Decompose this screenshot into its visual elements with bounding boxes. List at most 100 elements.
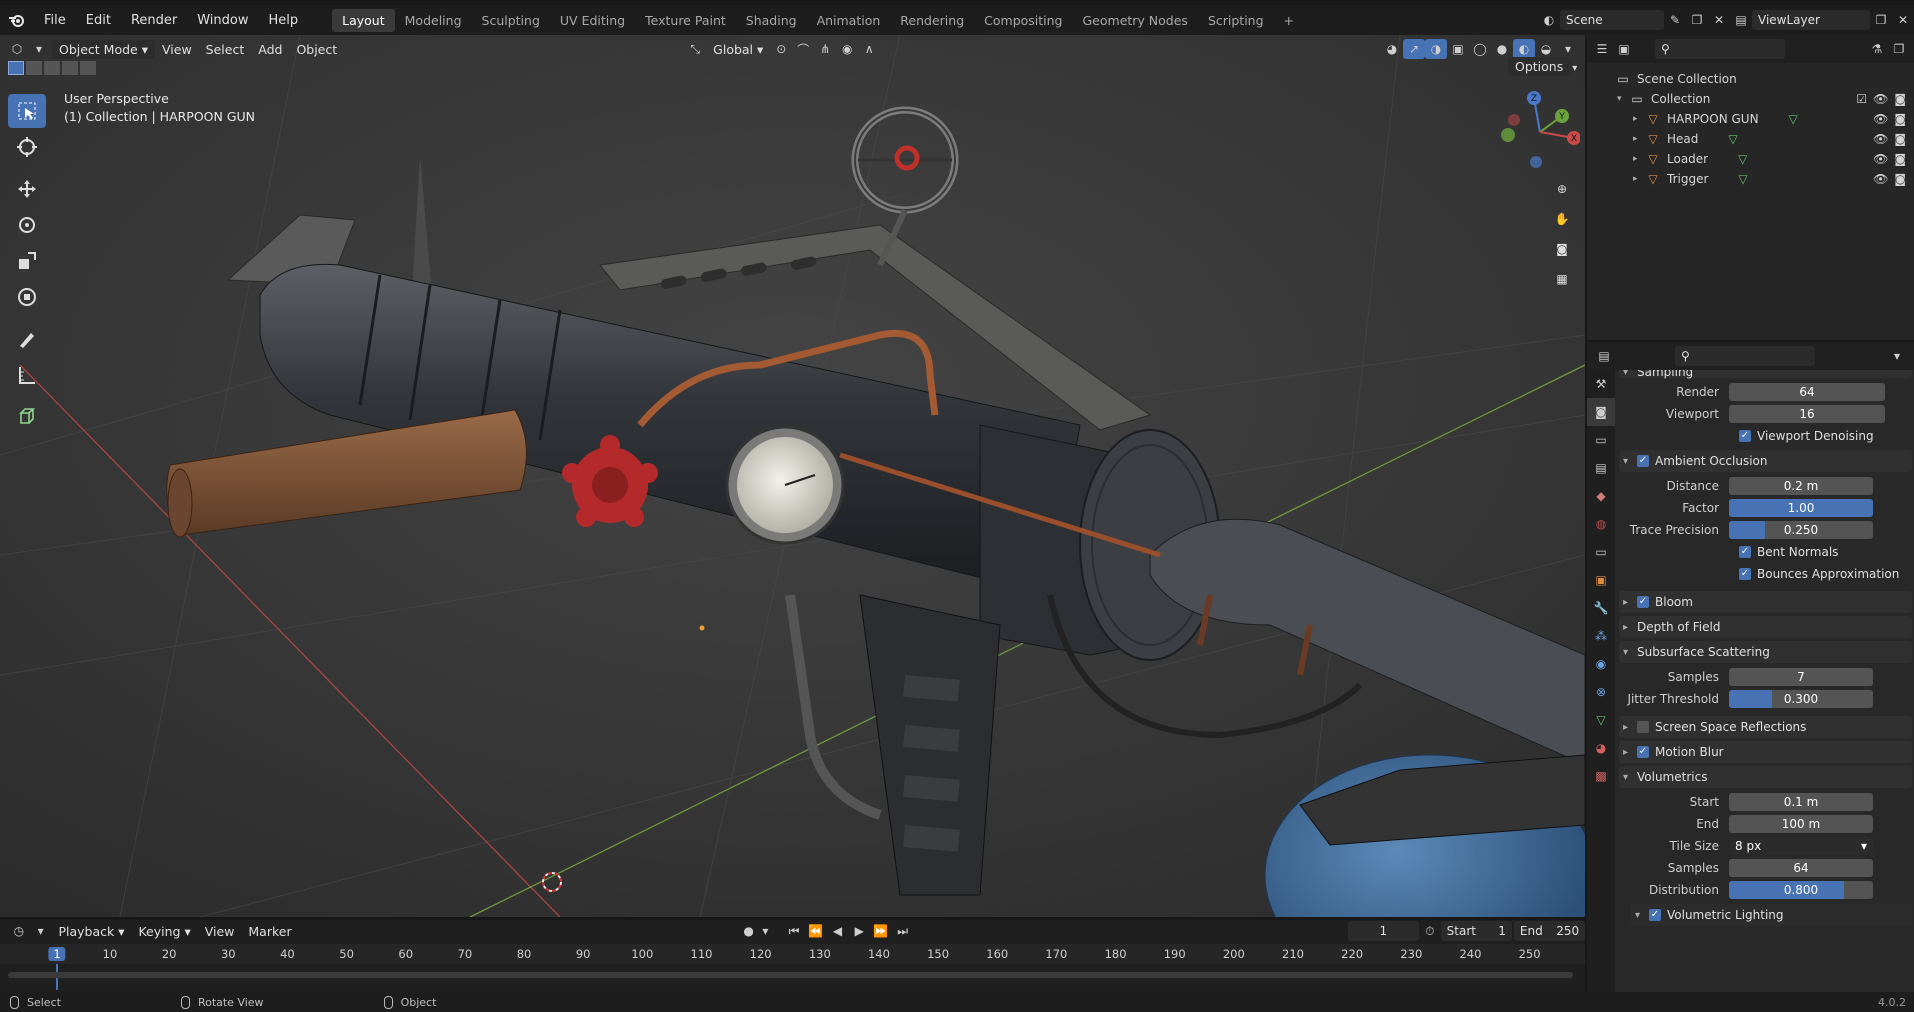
ao-distance-field[interactable]: 0.2 m: [1729, 477, 1873, 495]
checkbox-icon[interactable]: ✓: [1637, 746, 1649, 758]
filter-icon[interactable]: ⚗: [1866, 39, 1888, 59]
eye-icon[interactable]: 👁: [1873, 132, 1888, 146]
view-layer-selector[interactable]: ViewLayer: [1752, 10, 1870, 30]
menu-object[interactable]: Object: [289, 40, 344, 59]
output-tab-icon[interactable]: ▭: [1587, 426, 1615, 454]
select-box-tool[interactable]: [8, 94, 46, 128]
snap-target-icon[interactable]: ⋔: [814, 39, 836, 59]
rotate-tool[interactable]: [8, 208, 46, 242]
checkbox-icon[interactable]: ✓: [1637, 455, 1649, 467]
pin-icon[interactable]: ✎: [1664, 10, 1686, 30]
menu-add[interactable]: Add: [251, 40, 289, 59]
display-mode-icon[interactable]: ▣: [1613, 39, 1635, 59]
new-collection-icon[interactable]: ❐: [1888, 39, 1910, 59]
outliner-editor-icon[interactable]: ☰: [1591, 39, 1613, 59]
falloff-icon[interactable]: ∧: [858, 39, 880, 59]
editor-type-icon[interactable]: ⬡: [6, 39, 28, 59]
properties-editor-icon[interactable]: ▤: [1593, 346, 1615, 366]
sss-jitter-slider[interactable]: 0.300: [1729, 690, 1873, 708]
expand-chevron-icon[interactable]: ▸: [1633, 114, 1645, 124]
sss-samples-field[interactable]: 7: [1729, 668, 1873, 686]
scene-selector[interactable]: Scene: [1560, 10, 1664, 30]
delete-scene-icon[interactable]: ✕: [1708, 10, 1730, 30]
camera-icon[interactable]: ◙: [1894, 92, 1906, 106]
panel-bloom[interactable]: ▸ ✓ Bloom: [1619, 591, 1912, 613]
scene-icon[interactable]: ◐: [1538, 10, 1560, 30]
chevron-down-icon[interactable]: ▾: [28, 39, 50, 59]
add-workspace-button[interactable]: +: [1274, 9, 1304, 32]
measure-tool[interactable]: [8, 358, 46, 392]
menu-select[interactable]: Select: [199, 40, 252, 59]
current-frame-field[interactable]: 1: [1347, 921, 1419, 941]
solid-shading-icon[interactable]: ●: [1491, 39, 1513, 59]
view-layer-icon[interactable]: ▤: [1730, 10, 1752, 30]
panel-volumetrics[interactable]: ▾ Volumetrics: [1619, 766, 1912, 788]
ao-trace-precision-slider[interactable]: 0.250: [1729, 521, 1873, 539]
outliner-item-loader[interactable]: ▸ ▽ Loader ▽ 👁 ◙: [1587, 149, 1914, 169]
eye-icon[interactable]: 👁: [1873, 152, 1888, 166]
select-extend-icon[interactable]: [26, 61, 42, 75]
select-new-icon[interactable]: [8, 61, 24, 75]
expand-chevron-icon[interactable]: ▸: [1633, 174, 1645, 184]
modifier-tab-icon[interactable]: 🔧: [1587, 594, 1615, 622]
ao-factor-slider[interactable]: 1.00: [1729, 499, 1873, 517]
camera-icon[interactable]: ◙: [1894, 152, 1906, 166]
delete-view-layer-icon[interactable]: ✕: [1892, 10, 1914, 30]
constraints-tab-icon[interactable]: ⊗: [1587, 678, 1615, 706]
expand-chevron-icon[interactable]: ▸: [1633, 134, 1645, 144]
render-samples-field[interactable]: 64: [1729, 383, 1885, 401]
menu-file[interactable]: File: [34, 13, 76, 28]
outliner-search-input[interactable]: ⚲: [1655, 39, 1785, 59]
expand-chevron-icon[interactable]: ▸: [1633, 154, 1645, 164]
jump-start-icon[interactable]: ⏮: [783, 921, 805, 941]
tab-scripting[interactable]: Scripting: [1198, 9, 1274, 32]
menu-marker[interactable]: Marker: [241, 922, 298, 941]
vol-tile-size-dropdown[interactable]: 8 px ▾: [1729, 837, 1873, 855]
tab-shading[interactable]: Shading: [736, 9, 807, 32]
zoom-icon[interactable]: ⊕: [1548, 175, 1576, 203]
blender-logo-icon[interactable]: [0, 5, 34, 35]
annotate-tool[interactable]: [8, 322, 46, 356]
vol-end-field[interactable]: 100 m: [1729, 815, 1873, 833]
transform-orientation-icon[interactable]: ⤡: [684, 39, 706, 59]
menu-view[interactable]: View: [198, 922, 242, 941]
tab-modeling[interactable]: Modeling: [395, 9, 472, 32]
camera-icon[interactable]: ◙: [1894, 172, 1906, 186]
add-cube-tool[interactable]: [8, 400, 46, 434]
tool-tab-icon[interactable]: ⚒: [1587, 370, 1615, 398]
cursor-tool[interactable]: [8, 130, 46, 164]
collection-tab-icon[interactable]: ▭: [1587, 538, 1615, 566]
overlays-icon[interactable]: ◑: [1425, 39, 1447, 59]
bounces-approximation-checkbox[interactable]: ✓ Bounces Approximation: [1617, 563, 1914, 585]
transform-tool[interactable]: [8, 280, 46, 314]
vol-distribution-slider[interactable]: 0.800: [1729, 881, 1873, 899]
tab-uv-editing[interactable]: UV Editing: [550, 9, 635, 32]
tab-compositing[interactable]: Compositing: [974, 9, 1072, 32]
timeline-ruler[interactable]: 1 10 20 30 40 50 60 70 80 90 100 110 120 130 140 150 160…: [0, 944, 1585, 990]
select-invert-icon[interactable]: [62, 61, 78, 75]
viewport-denoising-checkbox[interactable]: ✓ Viewport Denoising: [1617, 425, 1914, 447]
menu-keying[interactable]: Keying ▾: [131, 922, 197, 941]
next-keyframe-icon[interactable]: ⏩: [870, 921, 892, 941]
timeline-scrollbar[interactable]: [8, 972, 1573, 978]
tab-geometry-nodes[interactable]: Geometry Nodes: [1073, 9, 1198, 32]
tab-rendering[interactable]: Rendering: [890, 9, 974, 32]
panel-depth-of-field[interactable]: ▸ Depth of Field: [1619, 616, 1912, 638]
auto-keying-icon[interactable]: ●: [738, 921, 760, 941]
navigation-gizmo[interactable]: Z Y X: [1500, 90, 1581, 170]
wireframe-shading-icon[interactable]: ◯: [1469, 39, 1491, 59]
outliner-item-harpoon-gun[interactable]: ▸ ▽ HARPOON GUN ▽ 👁 ◙: [1587, 109, 1914, 129]
panel-subsurface-scattering[interactable]: ▾ Subsurface Scattering: [1619, 641, 1912, 663]
texture-tab-icon[interactable]: ▩: [1587, 762, 1615, 790]
checkbox-icon[interactable]: ✓: [1637, 596, 1649, 608]
scale-tool[interactable]: [8, 244, 46, 278]
material-shading-icon[interactable]: ◐: [1513, 39, 1535, 59]
panel-sampling[interactable]: ▾ Sampling: [1619, 370, 1912, 379]
stopwatch-icon[interactable]: ⏱: [1419, 921, 1441, 941]
object-mode-dropdown[interactable]: Object Mode ▾: [52, 39, 155, 59]
select-subtract-icon[interactable]: [44, 61, 60, 75]
menu-view[interactable]: View: [155, 40, 199, 59]
select-intersect-icon[interactable]: [80, 61, 96, 75]
menu-playback[interactable]: Playback ▾: [51, 922, 131, 941]
eye-icon[interactable]: 👁: [1873, 92, 1888, 106]
